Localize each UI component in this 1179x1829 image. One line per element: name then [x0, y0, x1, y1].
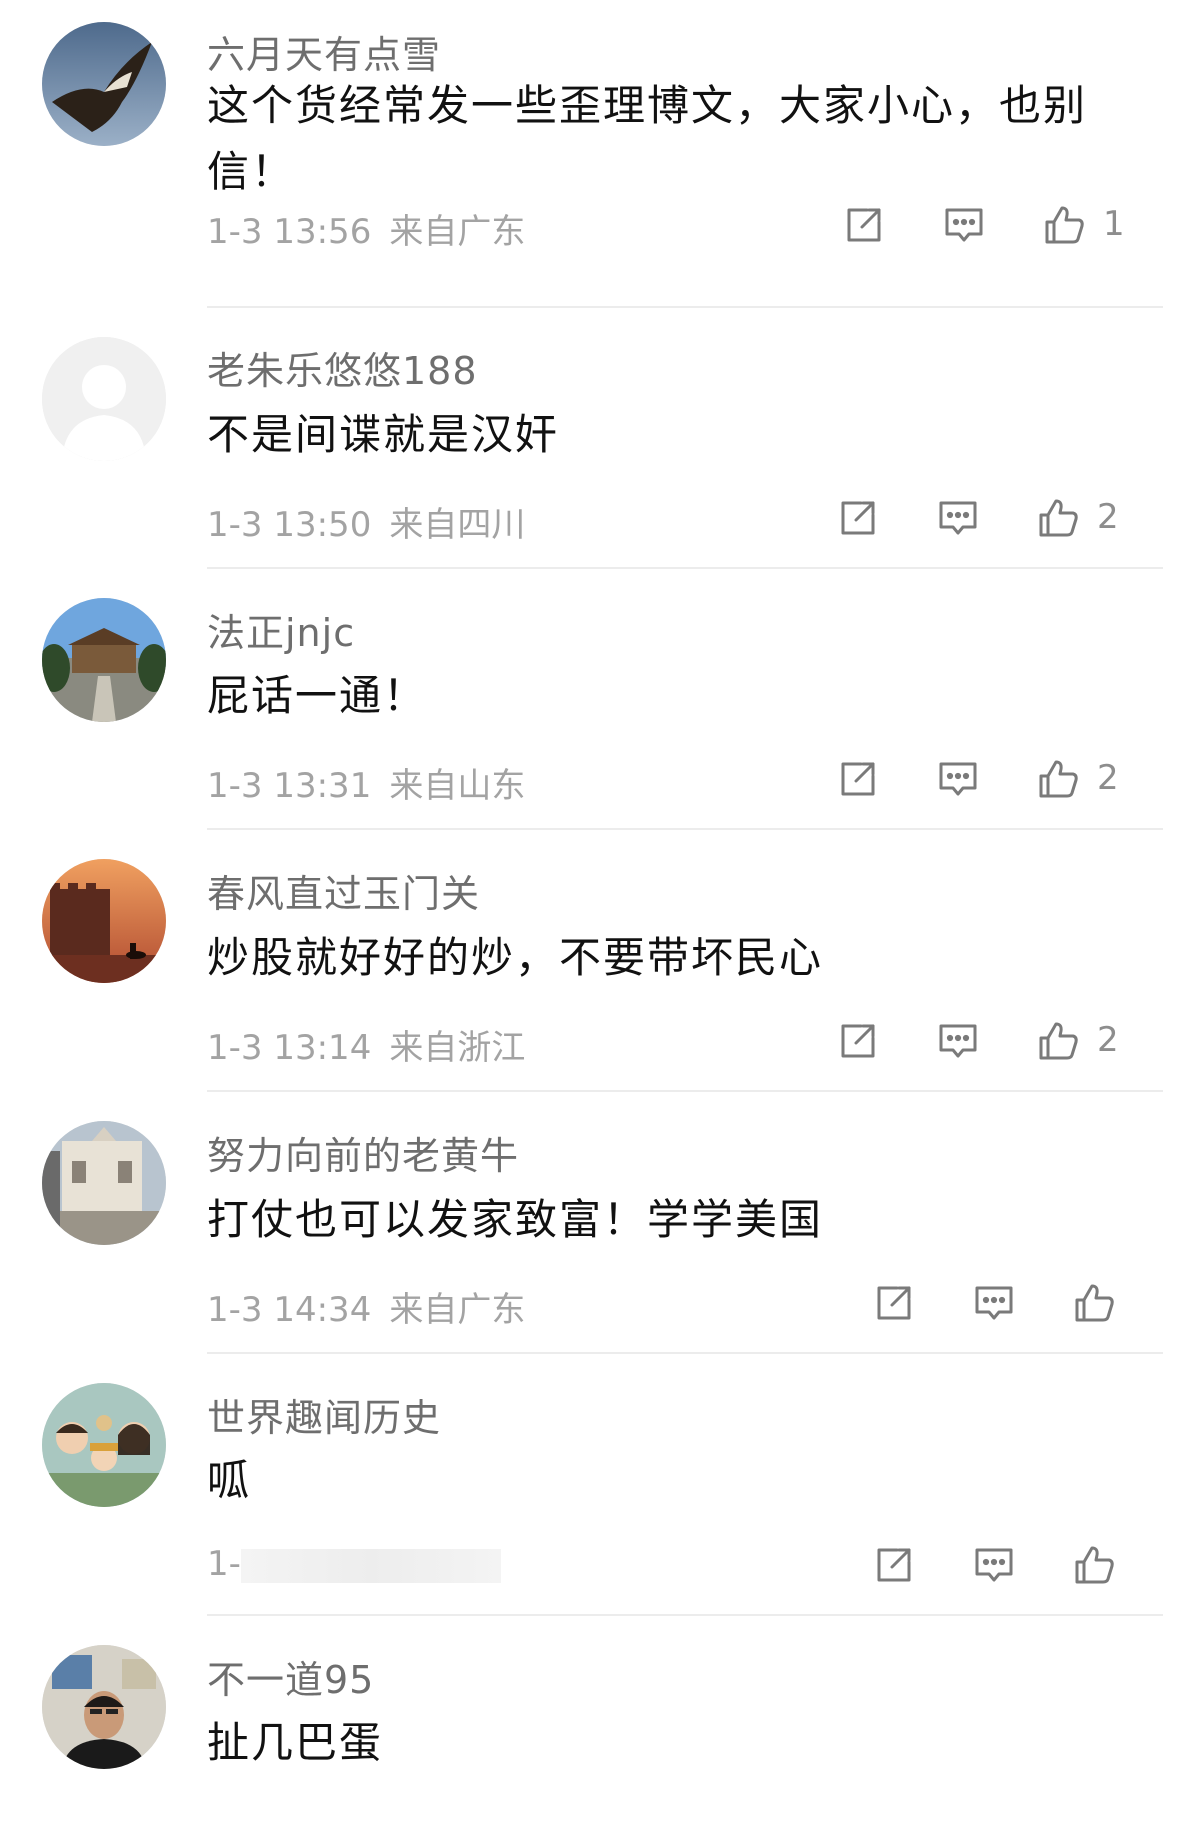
comment-icon[interactable]: [971, 1280, 1017, 1326]
username[interactable]: 努力向前的老黄牛: [207, 1125, 519, 1180]
comment-icon[interactable]: [935, 1018, 981, 1064]
share-icon[interactable]: [835, 756, 881, 802]
like-count: 2: [1097, 497, 1119, 537]
thumbs-up-icon[interactable]: [1071, 1542, 1117, 1588]
like-count: 2: [1097, 1020, 1119, 1060]
divider: [207, 1352, 1163, 1354]
comment-actions: 2: [0, 495, 1179, 545]
comment-text: 这个货经常发一些歪理博文，大家小心，也别信！: [207, 81, 1088, 196]
avatar[interactable]: [42, 22, 166, 146]
avatar[interactable]: [42, 337, 166, 461]
comment-actions: 1: [0, 202, 1179, 252]
username[interactable]: 不一道95: [207, 1649, 374, 1704]
comment-text: 不是间谍就是汉奸: [207, 410, 560, 459]
divider: [207, 567, 1163, 569]
comment-actions: [0, 1280, 1179, 1330]
avatar[interactable]: [42, 1645, 166, 1769]
username[interactable]: 世界趣闻历史: [207, 1387, 441, 1442]
share-icon[interactable]: [871, 1542, 917, 1588]
divider: [207, 1090, 1163, 1092]
comment-text: 炒股就好好的炒，不要带坏民心: [207, 933, 824, 982]
comment-actions: [0, 1542, 1179, 1592]
comment-text: 扯几巴蛋: [207, 1718, 384, 1767]
european-street-avatar-image: [42, 1121, 166, 1245]
share-icon[interactable]: [841, 202, 887, 248]
comment-icon[interactable]: [941, 202, 987, 248]
comment-text: 打仗也可以发家致富！学学美国: [207, 1195, 824, 1244]
comment-icon[interactable]: [935, 495, 981, 541]
share-icon[interactable]: [835, 495, 881, 541]
avatar[interactable]: [42, 1121, 166, 1245]
comment-icon[interactable]: [935, 756, 981, 802]
default-person-avatar-image: [42, 337, 166, 461]
comment-text: 呱: [207, 1456, 252, 1505]
like-count: 1: [1103, 204, 1125, 244]
share-icon[interactable]: [871, 1280, 917, 1326]
username[interactable]: 法正jnjc: [207, 602, 355, 657]
username[interactable]: 春风直过玉门关: [207, 863, 480, 918]
avatar[interactable]: [42, 1383, 166, 1507]
like-count: 2: [1097, 758, 1119, 798]
comment-text: 屁话一通！: [207, 671, 428, 720]
desert-fortress-avatar-image: [42, 859, 166, 983]
thumbs-up-icon[interactable]: [1035, 495, 1081, 541]
comment-icon[interactable]: [971, 1542, 1017, 1588]
eagle-avatar-image: [42, 22, 166, 146]
comment-actions: 2: [0, 1018, 1179, 1068]
avatar[interactable]: [42, 598, 166, 722]
divider: [207, 828, 1163, 830]
divider: [207, 1614, 1163, 1616]
man-portrait-avatar-image: [42, 1645, 166, 1769]
avatar[interactable]: [42, 859, 166, 983]
campus-building-avatar-image: [42, 598, 166, 722]
cartoon-family-avatar-image: [42, 1383, 166, 1507]
share-icon[interactable]: [835, 1018, 881, 1064]
thumbs-up-icon[interactable]: [1035, 1018, 1081, 1064]
username[interactable]: 老朱乐悠悠188: [207, 340, 478, 395]
divider: [207, 306, 1163, 308]
thumbs-up-icon[interactable]: [1071, 1280, 1117, 1326]
thumbs-up-icon[interactable]: [1041, 202, 1087, 248]
thumbs-up-icon[interactable]: [1035, 756, 1081, 802]
comment-actions: 2: [0, 756, 1179, 806]
username[interactable]: 六月天有点雪: [207, 24, 441, 79]
